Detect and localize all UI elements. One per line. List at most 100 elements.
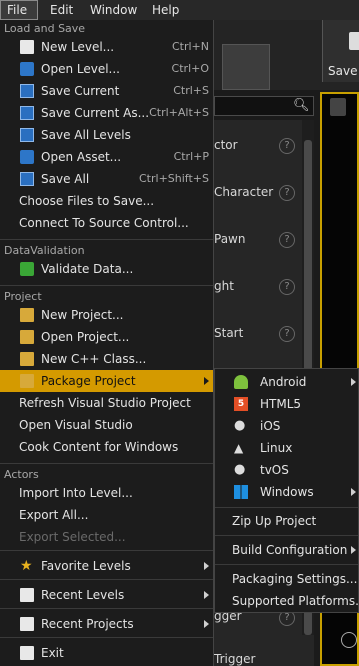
save-current-shortcut: Ctrl+S (173, 84, 209, 97)
validate-data-label: Validate Data... (41, 262, 134, 276)
submenu-arrow-icon (351, 488, 356, 496)
open-asset-label: Open Asset... (41, 150, 122, 164)
platform-linux-item[interactable]: ▲ Linux (215, 437, 358, 459)
export-all-item[interactable]: Export All... (0, 504, 213, 526)
new-project-item[interactable]: New Project... (0, 304, 213, 326)
platform-windows-label: Windows (260, 485, 314, 499)
save-as-icon (20, 106, 34, 120)
search-icon[interactable]: 🔍︎ (293, 98, 310, 113)
open-asset-shortcut: Ctrl+P (173, 150, 209, 163)
recent-levels-icon (20, 588, 34, 602)
refresh-vs-project-item[interactable]: Refresh Visual Studio Project (0, 392, 213, 414)
submenu-arrow-icon (204, 377, 209, 385)
menu-help[interactable]: Help (146, 0, 185, 20)
save-icon (20, 84, 34, 98)
save-all-item[interactable]: Save All Ctrl+Shift+S (0, 168, 213, 190)
open-visual-studio-item[interactable]: Open Visual Studio (0, 414, 213, 436)
linux-icon: ▲ (234, 441, 244, 455)
help-icon[interactable]: ? (279, 138, 295, 154)
platform-ios-label: iOS (260, 419, 281, 433)
exit-item[interactable]: Exit (0, 642, 213, 664)
menu-separator (0, 550, 213, 551)
cpp-class-icon (20, 352, 34, 366)
build-configuration-label: Build Configuration (232, 543, 348, 557)
platform-tvos-label: tvOS (260, 463, 289, 477)
open-level-shortcut: Ctrl+O (171, 62, 209, 75)
platform-windows-item[interactable]: Windows (215, 481, 358, 503)
submenu-arrow-icon (204, 591, 209, 599)
zip-up-project-item[interactable]: Zip Up Project (215, 510, 358, 532)
packaging-settings-label: Packaging Settings... (232, 572, 358, 586)
viewport-gizmo-icon (341, 632, 357, 648)
star-icon: ★ (20, 558, 33, 574)
apple-icon: ● (234, 418, 246, 433)
toolbar-save-label: Save (328, 64, 358, 78)
new-project-icon (20, 308, 34, 322)
cook-content-label: Cook Content for Windows (19, 440, 179, 454)
new-cpp-class-item[interactable]: New C++ Class... (0, 348, 213, 370)
platform-ios-item[interactable]: ● iOS (215, 415, 358, 437)
open-asset-item[interactable]: Open Asset... Ctrl+P (0, 146, 213, 168)
help-icon[interactable]: ? (279, 232, 295, 248)
supported-platforms-label: Supported Platforms... (232, 594, 359, 608)
connect-source-control-label: Connect To Source Control... (19, 216, 189, 230)
panel-row-pawn[interactable]: Pawn (214, 232, 245, 246)
open-project-item[interactable]: Open Project... (0, 326, 213, 348)
panel-row-actor[interactable]: ctor (214, 138, 238, 152)
packaging-settings-item[interactable]: Packaging Settings... (215, 568, 358, 590)
submenu-arrow-icon (351, 546, 356, 554)
panel-row-light[interactable]: ght (214, 279, 234, 293)
open-level-icon (20, 62, 34, 76)
save-current-as-label: Save Current As... (41, 106, 150, 120)
recent-levels-item[interactable]: Recent Levels (0, 584, 213, 606)
export-selected-item: Export Selected... (0, 526, 213, 548)
choose-files-item[interactable]: Choose Files to Save... (0, 190, 213, 212)
floppy-save-icon (349, 32, 359, 50)
supported-platforms-item[interactable]: Supported Platforms... (215, 590, 359, 612)
open-project-label: Open Project... (41, 330, 130, 344)
build-configuration-item[interactable]: Build Configuration (215, 539, 358, 561)
submenu-arrow-icon (351, 378, 356, 386)
open-level-item[interactable]: Open Level... Ctrl+O (0, 58, 213, 80)
favorite-levels-label: Favorite Levels (41, 559, 131, 573)
menu-file[interactable]: File (0, 0, 38, 20)
new-level-icon (20, 40, 34, 54)
panel-row-character[interactable]: Character (214, 185, 273, 199)
cook-content-item[interactable]: Cook Content for Windows (0, 436, 213, 458)
menu-window[interactable]: Window (84, 0, 143, 20)
save-current-label: Save Current (41, 84, 120, 98)
platform-android-item[interactable]: Android (215, 371, 358, 393)
recent-projects-icon (20, 617, 34, 631)
asset-thumbnail[interactable] (222, 44, 270, 90)
connect-source-control-item[interactable]: Connect To Source Control... (0, 212, 213, 234)
menu-separator (215, 507, 358, 508)
panel-row-player-start[interactable]: Start (214, 326, 243, 340)
platform-android-label: Android (260, 375, 307, 389)
favorite-levels-item[interactable]: ★ Favorite Levels (0, 555, 213, 577)
help-icon[interactable]: ? (279, 326, 295, 342)
save-all-levels-label: Save All Levels (41, 128, 131, 142)
submenu-arrow-icon (204, 562, 209, 570)
menu-edit[interactable]: Edit (44, 0, 79, 20)
windows-icon (234, 485, 248, 499)
menu-separator (215, 535, 358, 536)
package-project-item[interactable]: Package Project (0, 370, 213, 392)
platform-html5-item[interactable]: 5 HTML5 (215, 393, 358, 415)
help-icon[interactable]: ? (279, 185, 295, 201)
new-level-item[interactable]: New Level... Ctrl+N (0, 36, 213, 58)
open-level-label: Open Level... (41, 62, 120, 76)
recent-projects-item[interactable]: Recent Projects (0, 613, 213, 635)
apple-tv-icon: ● (234, 462, 246, 477)
save-current-as-item[interactable]: Save Current As... Ctrl+Alt+S (0, 102, 213, 124)
save-current-item[interactable]: Save Current Ctrl+S (0, 80, 213, 102)
panel-row-trigger-2[interactable]: Trigger (214, 652, 255, 666)
validate-data-item[interactable]: Validate Data... (0, 258, 213, 280)
help-icon[interactable]: ? (279, 279, 295, 295)
viewport-options-button[interactable] (330, 98, 346, 116)
save-all-levels-icon (20, 128, 34, 142)
recent-projects-label: Recent Projects (41, 617, 134, 631)
save-all-levels-item[interactable]: Save All Levels (0, 124, 213, 146)
open-visual-studio-label: Open Visual Studio (19, 418, 133, 432)
import-into-level-item[interactable]: Import Into Level... (0, 482, 213, 504)
platform-tvos-item[interactable]: ● tvOS (215, 459, 358, 481)
